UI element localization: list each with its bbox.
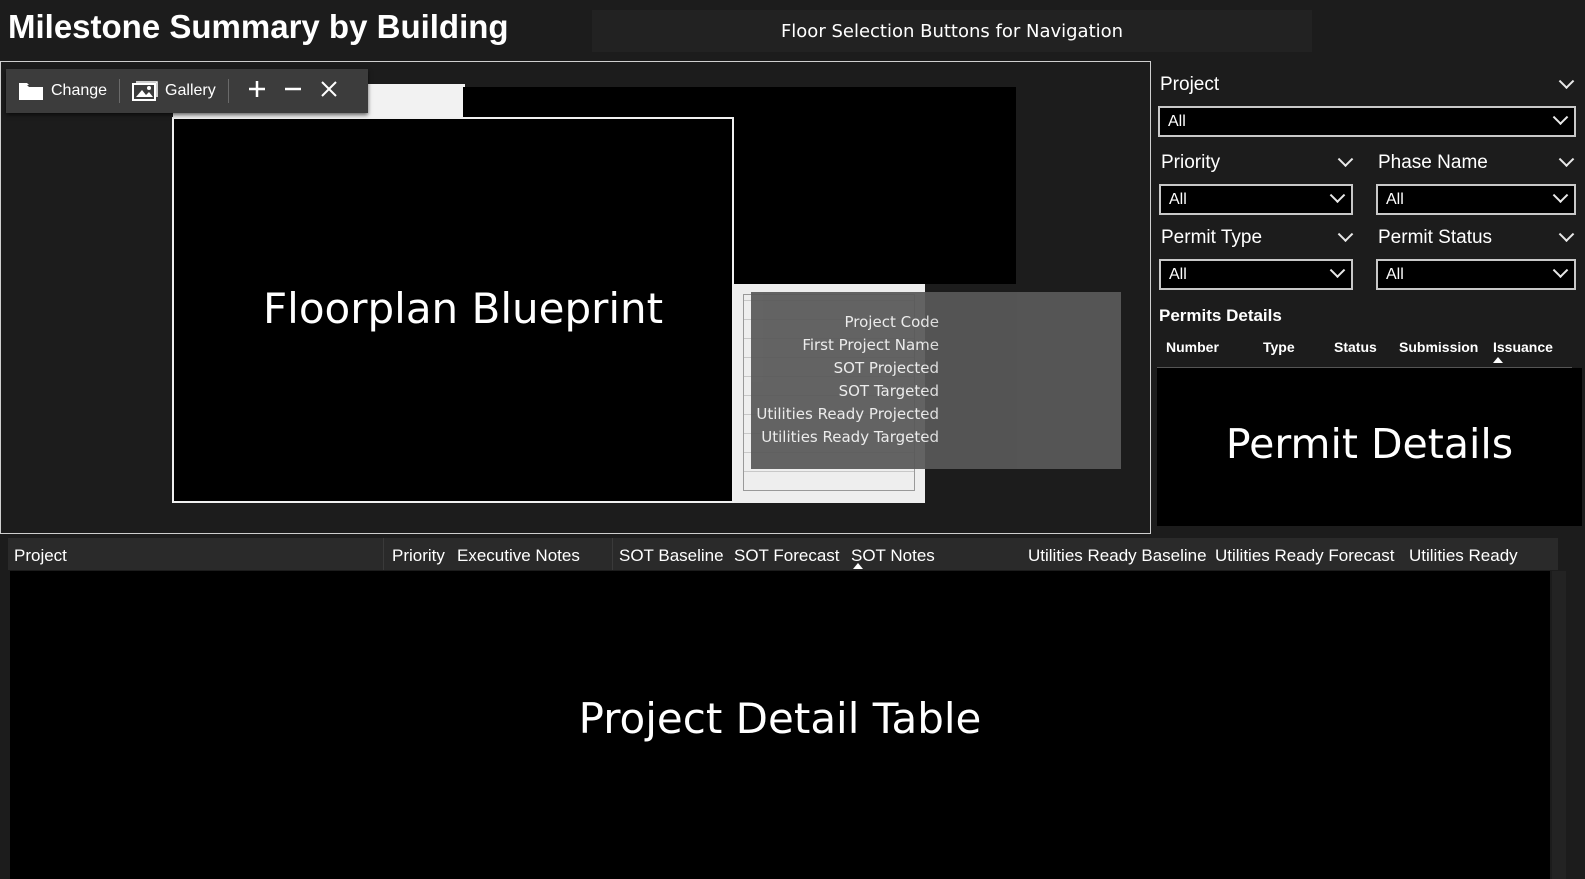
column-header-number[interactable]: Number bbox=[1166, 339, 1219, 355]
project-detail-table-label: Project Detail Table bbox=[578, 694, 982, 743]
tooltip-line: Project Code bbox=[844, 313, 940, 331]
column-header-utilities-ready-forecast[interactable]: Utilities Ready Forecast bbox=[1215, 546, 1395, 566]
chevron-down-icon bbox=[1558, 72, 1575, 89]
permits-details-title: Permits Details bbox=[1159, 306, 1282, 325]
gallery-button-label: Gallery bbox=[165, 82, 216, 99]
chevron-down-icon bbox=[1329, 262, 1346, 279]
tooltip-line: First Project Name bbox=[802, 336, 939, 354]
permit-status-filter-label: Permit Status bbox=[1378, 227, 1493, 248]
column-header-executive-notes[interactable]: Executive Notes bbox=[457, 546, 580, 566]
gallery-icon bbox=[132, 81, 158, 101]
table-scrollbar[interactable] bbox=[1552, 571, 1566, 879]
column-header-status[interactable]: Status bbox=[1334, 339, 1377, 355]
priority-filter-label: Priority bbox=[1161, 152, 1221, 173]
column-divider bbox=[612, 538, 613, 570]
page-title: Milestone Summary by Building bbox=[8, 8, 509, 45]
priority-dropdown[interactable]: All bbox=[1159, 184, 1353, 215]
floorplan-tooltip: Project Code First Project Name SOT Proj… bbox=[751, 292, 1121, 469]
permit-details-label: Permit Details bbox=[1225, 420, 1514, 468]
change-button-label: Change bbox=[51, 82, 108, 99]
priority-filter-header[interactable]: Priority bbox=[1161, 150, 1354, 174]
priority-dropdown-value: All bbox=[1169, 190, 1187, 208]
project-filter-header[interactable]: Project bbox=[1160, 72, 1575, 96]
tooltip-line: SOT Projected bbox=[833, 359, 939, 377]
sort-ascending-icon bbox=[853, 563, 863, 569]
change-button[interactable]: Change bbox=[6, 69, 119, 113]
column-header-project[interactable]: Project bbox=[14, 546, 67, 566]
tooltip-line: Utilities Ready Targeted bbox=[761, 428, 939, 446]
phase-name-dropdown-value: All bbox=[1386, 190, 1404, 208]
column-header-sot-baseline[interactable]: SOT Baseline bbox=[619, 546, 724, 566]
chevron-down-icon bbox=[1329, 187, 1346, 204]
visual-toolbar: Change Gallery bbox=[6, 69, 368, 113]
column-header-utilities-ready-baseline[interactable]: Utilities Ready Baseline bbox=[1028, 546, 1207, 566]
permits-table-header: Number Type Status Submission Issuance bbox=[1157, 331, 1572, 369]
project-dropdown-value: All bbox=[1168, 112, 1186, 130]
tooltip-line: Utilities Ready Projected bbox=[756, 405, 939, 423]
permit-type-dropdown[interactable]: All bbox=[1159, 259, 1353, 290]
permit-type-filter-header[interactable]: Permit Type bbox=[1161, 225, 1354, 249]
phase-name-dropdown[interactable]: All bbox=[1376, 184, 1576, 215]
chevron-down-icon bbox=[1558, 150, 1575, 167]
minus-icon[interactable] bbox=[275, 79, 311, 104]
gallery-button[interactable]: Gallery bbox=[120, 69, 228, 113]
sort-ascending-icon bbox=[1493, 357, 1503, 363]
project-dropdown[interactable]: All bbox=[1158, 106, 1576, 137]
phase-name-filter-label: Phase Name bbox=[1378, 152, 1488, 173]
column-header-utilities-ready[interactable]: Utilities Ready bbox=[1409, 546, 1518, 566]
chevron-down-icon bbox=[1337, 225, 1354, 242]
plus-icon[interactable] bbox=[229, 79, 275, 104]
close-icon[interactable] bbox=[311, 79, 347, 104]
chevron-down-icon bbox=[1337, 150, 1354, 167]
column-header-type[interactable]: Type bbox=[1263, 339, 1295, 355]
permit-status-dropdown-value: All bbox=[1386, 265, 1404, 283]
permit-status-filter-header[interactable]: Permit Status bbox=[1378, 225, 1575, 249]
chevron-down-icon bbox=[1558, 225, 1575, 242]
phase-name-filter-header[interactable]: Phase Name bbox=[1378, 150, 1575, 174]
column-header-priority[interactable]: Priority bbox=[392, 546, 445, 566]
permit-status-dropdown[interactable]: All bbox=[1376, 259, 1576, 290]
floor-selection-buttons[interactable]: Floor Selection Buttons for Navigation bbox=[592, 10, 1312, 52]
chevron-down-icon bbox=[1552, 187, 1569, 204]
project-filter-label: Project bbox=[1160, 74, 1220, 95]
permit-type-filter-label: Permit Type bbox=[1161, 227, 1263, 248]
permit-type-dropdown-value: All bbox=[1169, 265, 1187, 283]
column-divider bbox=[383, 538, 384, 570]
folder-icon bbox=[19, 83, 43, 100]
column-header-sot-notes[interactable]: SOT Notes bbox=[851, 546, 935, 566]
tooltip-line: SOT Targeted bbox=[838, 382, 939, 400]
floorplan-label: Floorplan Blueprint bbox=[263, 284, 664, 333]
chevron-down-icon bbox=[1552, 262, 1569, 279]
column-header-submission[interactable]: Submission bbox=[1399, 339, 1478, 355]
column-header-issuance[interactable]: Issuance bbox=[1493, 339, 1553, 355]
project-table-header: Project Priority Executive Notes SOT Bas… bbox=[8, 538, 1558, 570]
column-header-sot-forecast[interactable]: SOT Forecast bbox=[734, 546, 840, 566]
chevron-down-icon bbox=[1552, 109, 1569, 126]
